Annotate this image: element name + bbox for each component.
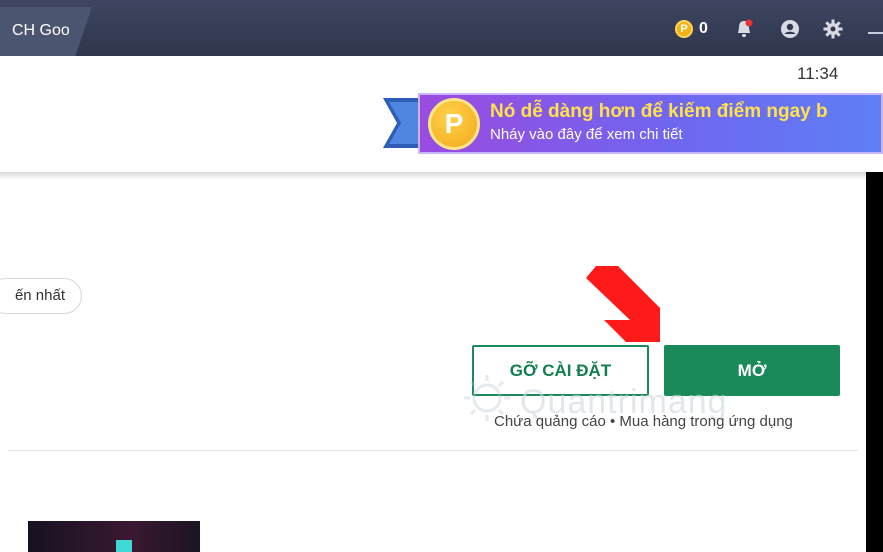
user-icon[interactable]	[780, 19, 800, 39]
coin-icon[interactable]: P	[675, 20, 693, 38]
points-coin-icon: P	[428, 98, 480, 150]
emulator-title-bar: CH Goo P 0	[0, 0, 883, 56]
section-divider	[8, 450, 858, 451]
filter-chip[interactable]: ến nhất	[0, 278, 82, 314]
ads-note: Chứa quảng cáo • Mua hàng trong ứng dụng	[494, 413, 793, 430]
gear-icon[interactable]	[822, 18, 844, 40]
tab-title[interactable]: CH Goo	[12, 22, 70, 40]
coin-count: 0	[699, 20, 708, 37]
app-screenshot-thumbnail[interactable]	[28, 521, 200, 552]
header-divider	[0, 172, 866, 180]
thumbnail-graphic	[116, 540, 132, 552]
bell-icon[interactable]	[734, 19, 754, 39]
minimize-icon[interactable]	[868, 32, 883, 34]
status-time: 11:34	[797, 64, 839, 83]
banner-subtitle[interactable]: Nháy vào đây để xem chi tiết	[490, 126, 683, 143]
window-edge	[866, 172, 883, 552]
banner-title[interactable]: Nó dễ dàng hơn để kiếm điểm ngay b	[490, 101, 828, 123]
red-arrow-icon	[586, 266, 660, 342]
